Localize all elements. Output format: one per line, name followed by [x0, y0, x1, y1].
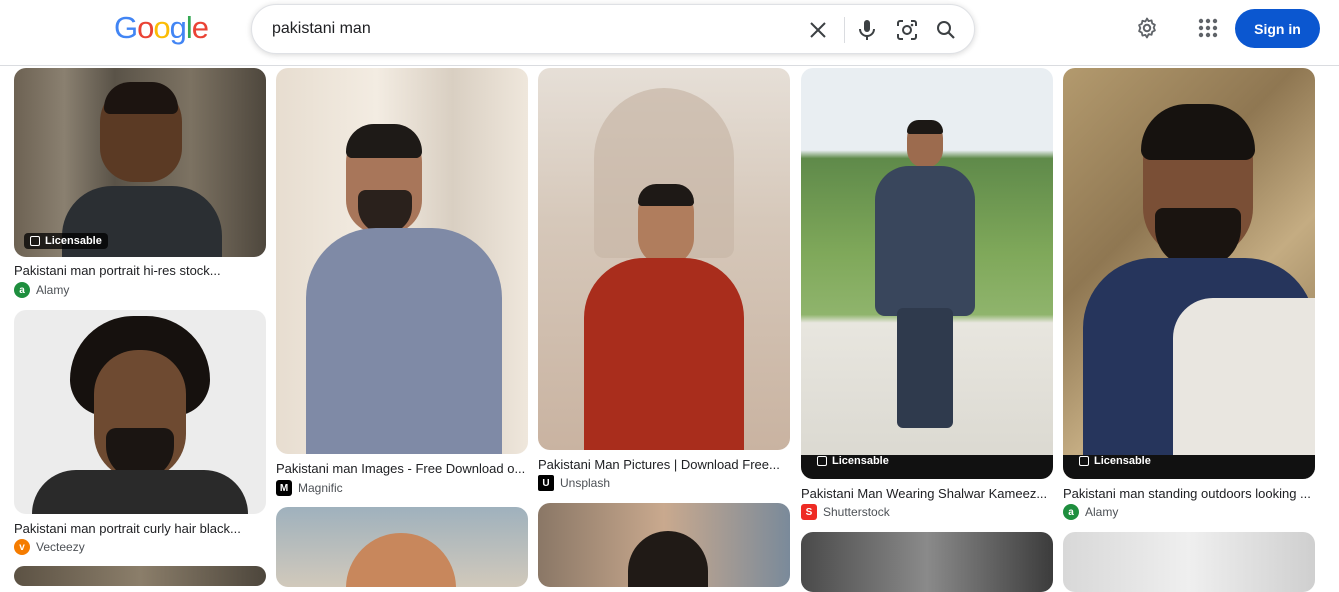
source-name: Magnific [298, 481, 343, 495]
image-result[interactable]: Licensable Pakistani man portrait hi-res… [14, 68, 266, 298]
source-name: Unsplash [560, 476, 611, 490]
image-result[interactable]: Licensable Pakistani Man Wearing Shalwar… [801, 68, 1053, 523]
result-thumbnail[interactable] [1063, 532, 1315, 592]
logo-letter: g [169, 10, 187, 45]
search-icon[interactable] [934, 18, 958, 42]
alamy-favicon-icon: a [1063, 504, 1079, 520]
source-name: Vecteezy [36, 540, 85, 554]
image-result[interactable] [801, 532, 1053, 592]
result-caption[interactable]: Pakistani man portrait curly hair black.… [14, 521, 266, 536]
magnific-favicon-icon: M [276, 480, 292, 496]
person-hair [346, 124, 422, 158]
logo-letter: e [191, 10, 209, 45]
search-box [251, 4, 975, 54]
image-result[interactable]: Pakistani man Images - Free Download o..… [276, 68, 528, 498]
source-name: Alamy [1085, 505, 1119, 519]
close-icon[interactable] [806, 18, 830, 42]
person-legs [897, 308, 953, 428]
result-source[interactable]: a Alamy [14, 282, 69, 298]
person-hair [1141, 104, 1255, 160]
result-caption[interactable]: Pakistani man Images - Free Download o..… [276, 461, 528, 476]
alamy-favicon-icon: a [14, 282, 30, 298]
person-shirt [584, 258, 744, 450]
person-hair [104, 82, 178, 114]
result-thumbnail[interactable]: Licensable [14, 68, 266, 257]
microphone-icon[interactable] [855, 18, 879, 42]
person-shirt [875, 166, 975, 316]
result-caption[interactable]: Pakistani man standing outdoors looking … [1063, 486, 1315, 501]
logo-letter: o [137, 10, 154, 45]
result-thumbnail[interactable]: Licensable [1063, 68, 1315, 479]
source-name: Shutterstock [823, 505, 890, 519]
logo-letter: o [153, 10, 170, 45]
licensable-badge: Licensable [1073, 453, 1157, 469]
lens-icon[interactable] [895, 18, 919, 42]
shutterstock-favicon-icon: S [801, 504, 817, 520]
result-source[interactable]: U Unsplash [538, 475, 610, 491]
result-thumbnail[interactable] [14, 566, 266, 586]
unsplash-favicon-icon: U [538, 475, 554, 491]
licensable-badge: Licensable [811, 453, 895, 469]
result-thumbnail[interactable] [276, 507, 528, 587]
image-result[interactable] [276, 507, 528, 587]
google-logo[interactable]: Google [114, 10, 209, 46]
search-divider [844, 17, 845, 43]
search-input[interactable] [272, 17, 792, 41]
image-result[interactable] [14, 566, 266, 586]
person-hair [907, 120, 943, 134]
image-result[interactable]: Pakistani man portrait curly hair black.… [14, 310, 266, 560]
person-shirt [306, 228, 502, 454]
source-name: Alamy [36, 283, 70, 297]
result-caption[interactable]: Pakistani Man Wearing Shalwar Kameez... [801, 486, 1053, 501]
result-thumbnail[interactable]: Licensable [801, 68, 1053, 479]
apps-grid-icon[interactable] [1196, 16, 1220, 40]
result-source[interactable]: v Vecteezy [14, 539, 85, 555]
result-source[interactable]: M Magnific [276, 480, 343, 496]
result-source[interactable]: S Shutterstock [801, 504, 890, 520]
settings-gear-icon[interactable] [1135, 16, 1159, 40]
top-bar: Google Sign in [0, 0, 1339, 66]
logo-letter: G [114, 10, 138, 45]
image-result[interactable]: Licensable Pakistani man standing outdoo… [1063, 68, 1315, 523]
result-thumbnail[interactable] [538, 503, 790, 587]
image-result[interactable] [538, 503, 790, 587]
person-shirt [32, 470, 248, 514]
result-caption[interactable]: Pakistani man portrait hi-res stock... [14, 263, 266, 278]
image-result[interactable] [1063, 532, 1315, 592]
result-caption[interactable]: Pakistani Man Pictures | Download Free..… [538, 457, 790, 472]
person-hair [638, 184, 694, 206]
licensable-badge: Licensable [24, 233, 108, 249]
image-result[interactable]: Pakistani Man Pictures | Download Free..… [538, 68, 790, 494]
vecteezy-favicon-icon: v [14, 539, 30, 555]
result-thumbnail[interactable] [14, 310, 266, 514]
result-thumbnail[interactable] [538, 68, 790, 450]
result-thumbnail[interactable] [801, 532, 1053, 592]
person-shirt [1173, 298, 1315, 479]
sign-in-button[interactable]: Sign in [1235, 9, 1320, 48]
result-source[interactable]: a Alamy [1063, 504, 1118, 520]
result-thumbnail[interactable] [276, 68, 528, 454]
